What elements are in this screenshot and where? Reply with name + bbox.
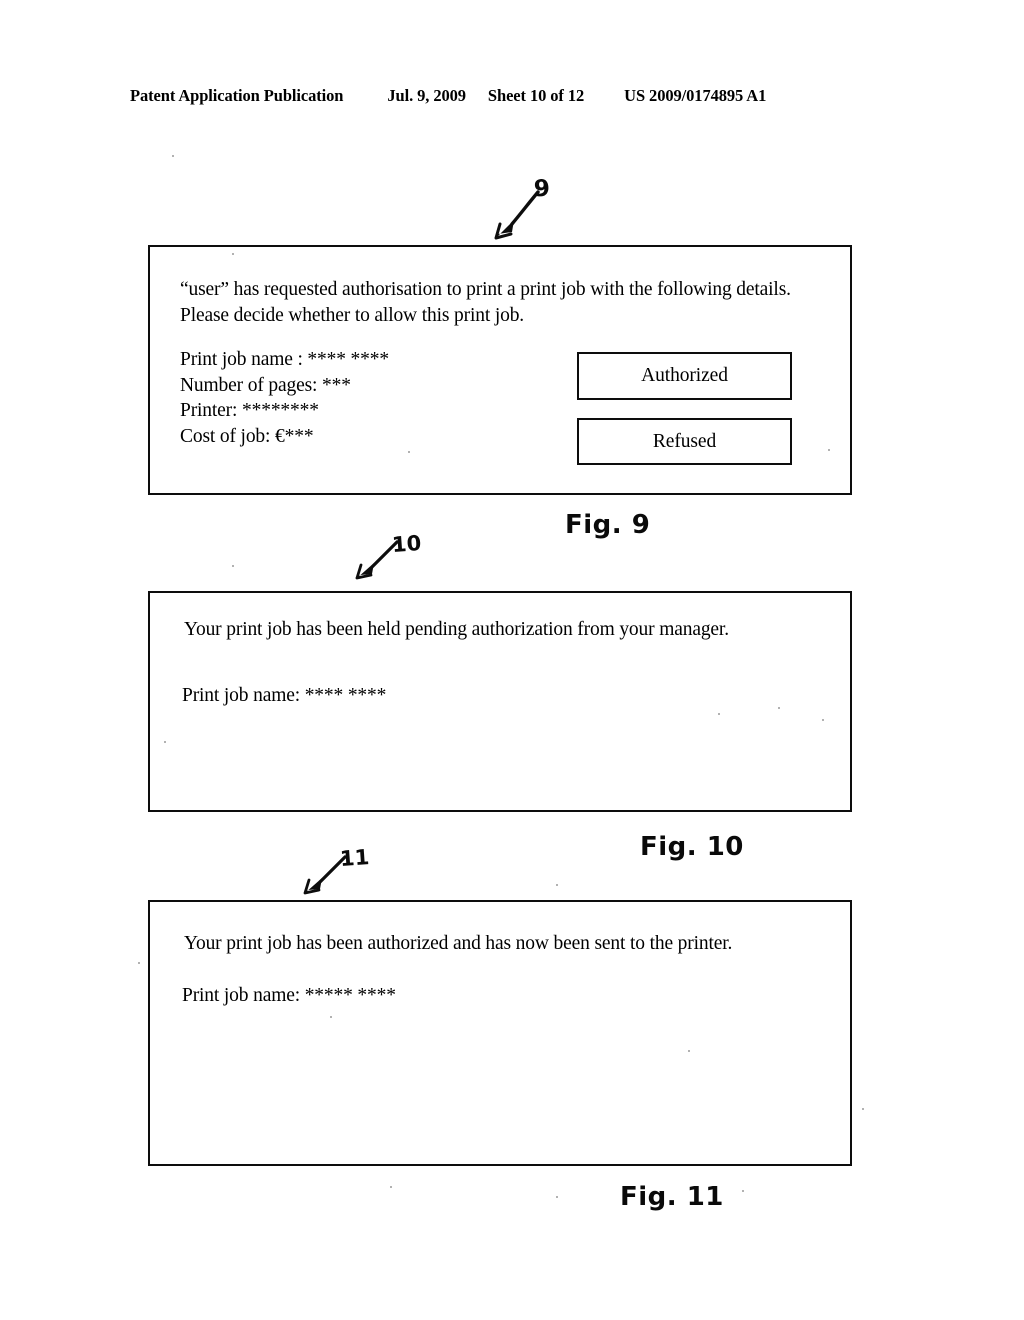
- scan-speckle: [828, 449, 830, 451]
- figure-10-dialog: Your print job has been held pending aut…: [148, 591, 852, 812]
- leader-arrow-11-icon: [303, 855, 347, 895]
- authorisation-prompt-text: “user” has requested authorisation to pr…: [180, 279, 791, 326]
- leader-arrow-10-icon: [355, 540, 399, 580]
- detail-cost-of-job: Cost of job: €***: [180, 425, 314, 447]
- scan-speckle: [164, 741, 166, 743]
- detail-print-job-name: Print job name : **** ****: [180, 349, 389, 370]
- scan-speckle: [232, 253, 234, 255]
- patent-number: US 2009/0174895 A1: [624, 86, 767, 105]
- scan-speckle: [232, 565, 234, 567]
- figure-9-caption: Fig. 9: [565, 510, 651, 540]
- scan-speckle: [822, 719, 824, 721]
- detail-printer: Printer: ********: [180, 400, 319, 421]
- figure-10-caption: Fig. 10: [640, 832, 744, 862]
- refused-button[interactable]: Refused: [577, 418, 792, 465]
- print-job-name-line: Print job name: **** ****: [182, 685, 387, 706]
- page-running-head: Patent Application Publication Jul. 9, 2…: [130, 86, 890, 106]
- publication-date: Jul. 9, 2009: [387, 86, 466, 105]
- scan-speckle: [172, 155, 174, 157]
- scan-speckle: [408, 451, 410, 453]
- scan-speckle: [742, 1190, 744, 1192]
- scan-speckle: [862, 1108, 864, 1110]
- figure-11-caption: Fig. 11: [620, 1182, 724, 1212]
- scan-speckle: [688, 1050, 690, 1052]
- scan-speckle: [330, 1016, 332, 1018]
- detail-number-of-pages: Number of pages: ***: [180, 374, 351, 396]
- scan-speckle: [390, 1186, 392, 1188]
- scan-speckle: [138, 962, 140, 964]
- held-pending-message: Your print job has been held pending aut…: [184, 619, 729, 640]
- authorized-sent-message: Your print job has been authorized and h…: [184, 933, 733, 954]
- publication-title: Patent Application Publication: [130, 86, 344, 105]
- print-job-name-line: Print job name: ***** ****: [182, 985, 396, 1006]
- scan-speckle: [778, 707, 780, 709]
- figure-9-dialog: “user” has requested authorisation to pr…: [148, 245, 852, 495]
- authorized-button[interactable]: Authorized: [577, 352, 792, 400]
- scan-speckle: [556, 884, 558, 886]
- scan-speckle: [718, 713, 720, 715]
- scan-speckle: [556, 1196, 558, 1198]
- figure-11-dialog: Your print job has been authorized and h…: [148, 900, 852, 1166]
- print-job-details-list: Print job name : **** **** Number of pag…: [180, 347, 389, 449]
- sheet-number: Sheet 10 of 12: [487, 86, 585, 105]
- leader-arrow-9-icon: [494, 190, 540, 240]
